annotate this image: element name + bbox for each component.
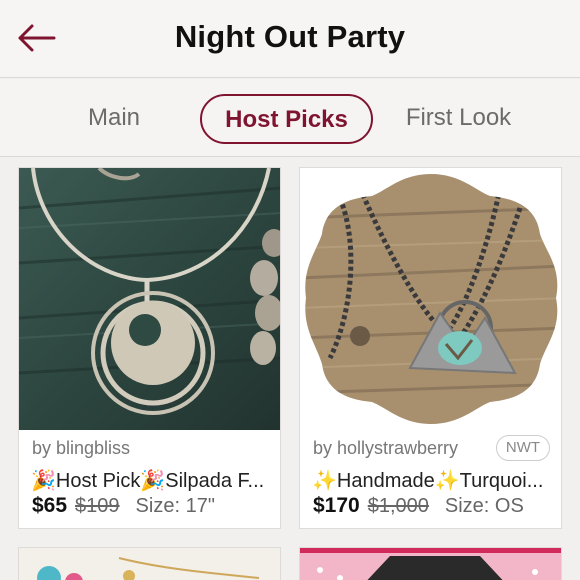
- tab-bar: Main Host Picks First Look: [0, 79, 580, 157]
- listing-price: $170: [313, 494, 360, 517]
- listing-card[interactable]: by blingbliss 🎉Host Pick🎉Silpada F... $6…: [18, 167, 281, 529]
- tab-main[interactable]: Main: [56, 94, 172, 144]
- listing-title[interactable]: ✨Handmade✨Turquoi...: [312, 468, 553, 493]
- listing-card[interactable]: [299, 547, 562, 580]
- tab-first-look[interactable]: First Look: [392, 94, 525, 144]
- listing-size: Size: 17": [135, 495, 215, 517]
- listing-seller[interactable]: by hollystrawberry: [313, 438, 458, 459]
- listing-price-row: $65 $109 Size: 17": [32, 494, 272, 518]
- listing-original-price: $109: [75, 495, 120, 517]
- listing-original-price: $1,000: [367, 495, 429, 517]
- nwt-badge: NWT: [496, 435, 550, 461]
- listing-price: $65: [32, 494, 68, 517]
- listing-card[interactable]: [18, 547, 281, 580]
- tab-host-picks[interactable]: Host Picks: [200, 94, 373, 144]
- listing-image[interactable]: [300, 548, 561, 580]
- listing-image[interactable]: [300, 168, 561, 430]
- listing-size: Size: OS: [444, 495, 524, 517]
- listing-image[interactable]: [19, 548, 280, 580]
- listing-card[interactable]: by hollystrawberry NWT ✨Handmade✨Turquoi…: [299, 167, 562, 529]
- listing-image[interactable]: [19, 168, 280, 430]
- listing-seller[interactable]: by blingbliss: [32, 438, 130, 459]
- listing-title[interactable]: 🎉Host Pick🎉Silpada F...: [31, 468, 272, 493]
- page-title: Night Out Party: [174, 19, 406, 54]
- header-bar: Night Out Party: [0, 0, 580, 78]
- listing-price-row: $170 $1,000 Size: OS: [313, 494, 553, 518]
